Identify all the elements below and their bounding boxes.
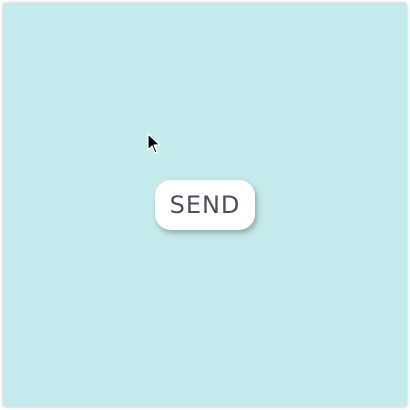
send-button[interactable]: SEND bbox=[155, 180, 255, 230]
canvas-panel: SEND bbox=[3, 3, 407, 407]
mouse-pointer-icon bbox=[147, 133, 161, 154]
